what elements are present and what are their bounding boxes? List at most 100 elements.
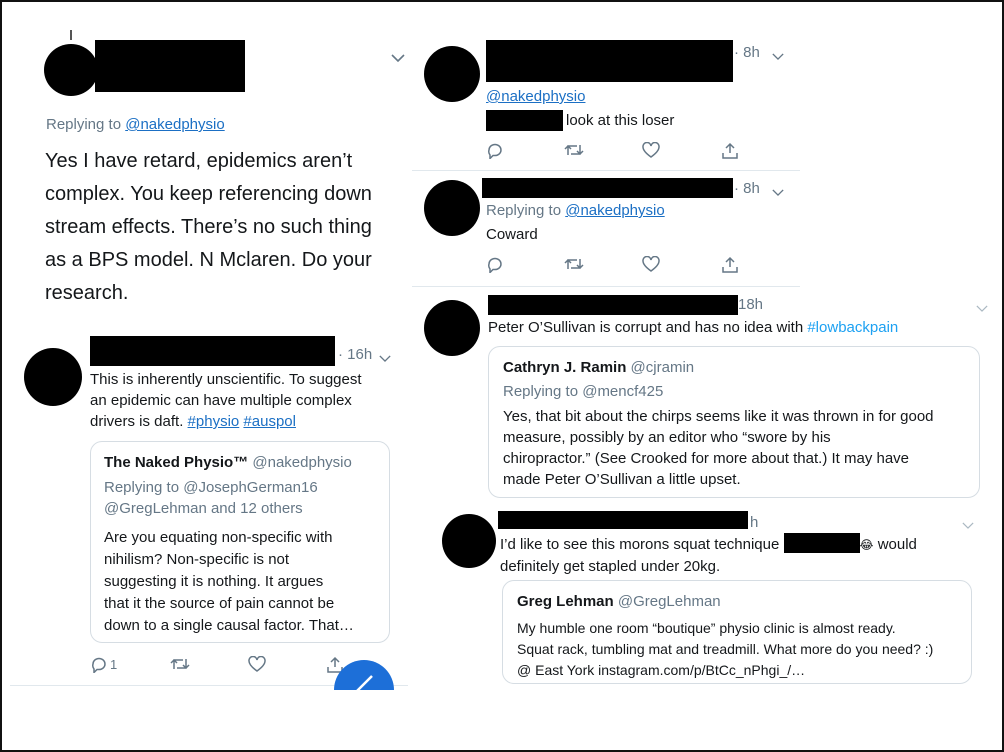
retweet-button[interactable] — [564, 142, 584, 158]
quoted-body: My humble one room “boutique” physio cli… — [517, 618, 933, 681]
tweet-body: Coward — [486, 226, 538, 243]
retweet-icon — [564, 258, 584, 270]
quoted-author-name: Cathryn J. Ramin — [503, 359, 627, 376]
quoted-tweet[interactable]: Greg Lehman @GregLehman My humble one ro… — [502, 580, 972, 684]
chevron-down-icon[interactable] — [976, 300, 988, 316]
quoted-author-handle: @nakedphysio — [252, 454, 352, 471]
retweet-icon — [564, 144, 584, 156]
tweet-text: I’d like to see this morons squat techni… — [500, 536, 780, 553]
quoted-replying-to: Replying to @mencf425 — [503, 383, 664, 400]
tweet-text: would — [877, 536, 917, 553]
reply-icon — [92, 657, 106, 673]
avatar[interactable] — [424, 46, 480, 102]
reply-button[interactable] — [486, 256, 504, 273]
like-icon — [248, 656, 266, 672]
hashtag-link[interactable]: #lowbackpain — [807, 319, 898, 336]
tweet-line: definitely get stapled under 20kg. — [500, 558, 721, 575]
tweet-actions — [486, 256, 746, 276]
quoted-tweet[interactable]: The Naked Physio™ @nakedphysio Replying … — [90, 441, 390, 643]
quoted-line: suggesting it is nothing. It argues — [104, 573, 324, 590]
avatar[interactable] — [424, 300, 480, 356]
compose-fab[interactable] — [334, 660, 394, 690]
redacted-mention — [783, 533, 860, 553]
redacted-username — [486, 40, 733, 82]
replying-prefix: Replying to — [486, 202, 562, 219]
tweet-body: Peter O’Sullivan is corrupt and has no i… — [488, 317, 898, 338]
quoted-line: measure, possibly by an editor who “swor… — [503, 429, 831, 446]
tweet-line: research. — [45, 282, 129, 304]
replying-prefix: Replying to — [46, 116, 122, 133]
redacted-username — [90, 336, 335, 366]
tweet-text: drivers is daft. — [90, 413, 184, 430]
tweet-time[interactable]: · 16h — [338, 346, 372, 363]
reply-icon — [488, 257, 502, 273]
tick-mark — [70, 30, 72, 40]
share-icon — [722, 256, 738, 273]
quoted-author-name: The Naked Physio™ — [104, 454, 249, 471]
retweet-icon — [170, 658, 190, 670]
tweet-time[interactable]: · 8h — [734, 44, 760, 61]
avatar[interactable] — [44, 44, 98, 96]
feather-icon — [356, 675, 373, 690]
replying-handle-link[interactable]: @nakedphysio — [125, 116, 224, 133]
chevron-down-icon[interactable] — [772, 184, 784, 200]
share-button[interactable] — [721, 142, 739, 160]
redacted-username — [488, 295, 738, 315]
tweet-time[interactable]: h — [750, 514, 758, 531]
separator — [412, 286, 800, 287]
tweet-body: This is inherently unscientific. To sugg… — [90, 369, 400, 432]
quoted-author-handle: @GregLehman — [617, 593, 721, 610]
redacted-username — [482, 178, 733, 198]
quoted-author: Greg Lehman @GregLehman — [517, 593, 721, 610]
quoted-replying-to: Replying to @JosephGerman16 @GregLehman … — [104, 477, 318, 519]
reply-icon — [488, 143, 502, 159]
quoted-tweet[interactable]: Cathryn J. Ramin @cjramin Replying to @m… — [488, 346, 980, 498]
replying-handle-link[interactable]: @nakedphysio — [565, 202, 664, 219]
quoted-body: Yes, that bit about the chirps seems lik… — [503, 406, 934, 490]
tweet-actions: 1 — [90, 656, 350, 676]
retweet-button[interactable] — [170, 656, 190, 672]
reply-button[interactable]: 1 — [90, 656, 117, 673]
hashtag-link[interactable]: #physio — [188, 413, 240, 430]
quoted-line: Are you equating non-specific with — [104, 529, 333, 546]
tweet-line: complex. You keep referencing down — [45, 183, 372, 205]
tweet-body-large: Yes I have retard, epidemics aren’t comp… — [45, 145, 372, 310]
avatar[interactable] — [424, 180, 480, 236]
quoted-author: The Naked Physio™ @nakedphysio — [104, 454, 352, 471]
tweet-actions — [486, 142, 746, 162]
replying-to-line: Replying to @nakedphysio — [486, 202, 665, 219]
retweet-button[interactable] — [564, 256, 584, 272]
share-button[interactable] — [721, 256, 739, 274]
like-icon — [642, 142, 660, 158]
separator — [412, 170, 800, 171]
handle-link-line: @nakedphysio — [486, 88, 585, 105]
share-icon — [722, 142, 738, 159]
chevron-down-icon[interactable] — [962, 517, 974, 533]
reply-count: 1 — [110, 657, 118, 672]
like-button[interactable] — [248, 656, 266, 672]
laughing-emoji: 😂 — [859, 538, 874, 552]
avatar[interactable] — [442, 514, 496, 568]
chevron-down-icon[interactable] — [391, 50, 405, 66]
redacted-mention — [486, 110, 563, 131]
quoted-line: @ East York instagram.com/p/BtCc_nPhgi_/… — [517, 662, 806, 678]
like-icon — [642, 256, 660, 272]
hashtag-link[interactable]: #auspol — [243, 413, 296, 430]
quoted-line: made Peter O’Sullivan a little upset. — [503, 471, 741, 488]
tweet-line: This is inherently unscientific. To sugg… — [90, 371, 362, 388]
like-button[interactable] — [642, 142, 660, 158]
like-button[interactable] — [642, 256, 660, 272]
tweet-time[interactable]: · 8h — [734, 180, 760, 197]
reply-button[interactable] — [486, 142, 504, 159]
tweet-time[interactable]: 18h — [738, 296, 763, 313]
chevron-down-icon[interactable] — [772, 48, 784, 64]
quoted-line: that it the source of pain cannot be — [104, 595, 335, 612]
tweet-line: Yes I have retard, epidemics aren’t — [45, 150, 353, 172]
mention-link[interactable]: @nakedphysio — [486, 88, 585, 105]
quoted-line: Squat rack, tumbling mat and treadmill. … — [517, 641, 934, 657]
chevron-down-icon[interactable] — [379, 350, 391, 366]
quoted-line: nihilism? Non-specific is not — [104, 551, 290, 568]
quoted-line: Yes, that bit about the chirps seems lik… — [503, 408, 934, 425]
redacted-username — [95, 40, 245, 92]
avatar[interactable] — [24, 348, 82, 406]
